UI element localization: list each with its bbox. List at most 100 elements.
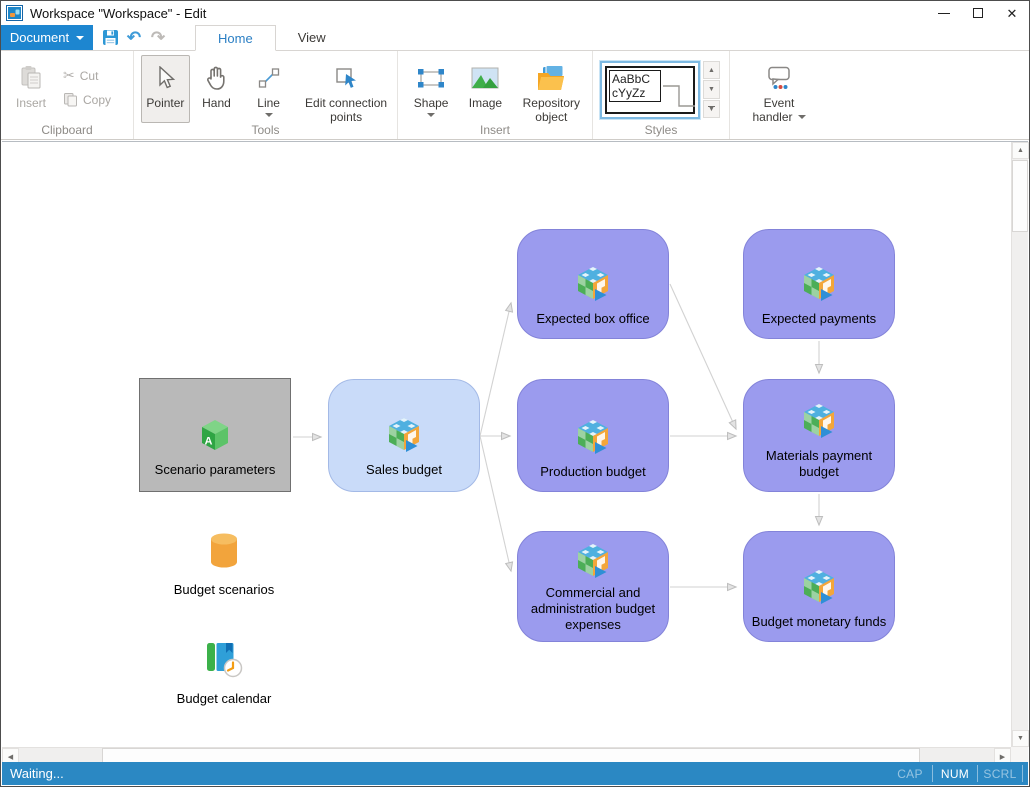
olap-cube-icon (575, 543, 612, 581)
maximize-button[interactable] (961, 1, 995, 25)
ribbon-group-event-handler: Event handler (730, 51, 826, 139)
database-cylinder-icon (207, 532, 241, 573)
repository-object-button[interactable]: Repository object (515, 55, 588, 125)
drawing-area[interactable]: A Scenario parameters Sales budget (2, 142, 1011, 747)
chevron-down-icon (798, 115, 806, 119)
maximize-icon (973, 8, 983, 18)
shape-button[interactable]: Shape (406, 55, 456, 118)
vertical-scrollbar-thumb[interactable] (1012, 160, 1028, 232)
group-label-styles: Styles (593, 123, 729, 137)
ribbon-tab-row: Document ↶ ↷ Home View (1, 25, 1029, 51)
image-label: Image (469, 96, 502, 110)
copy-icon (63, 92, 78, 107)
node-label: Materials payment budget (748, 448, 890, 480)
event-handler-button[interactable]: Event handler (740, 55, 818, 125)
tab-home[interactable]: Home (195, 25, 276, 51)
group-label-tools: Tools (134, 123, 397, 137)
svg-text:A: A (205, 436, 213, 448)
cut-label: Cut (80, 69, 99, 83)
node-sales-budget[interactable]: Sales budget (328, 379, 480, 492)
node-production-budget[interactable]: Production budget (517, 379, 669, 492)
edit-connection-points-icon (333, 63, 359, 93)
undo-button[interactable]: ↶ (125, 28, 143, 48)
gallery-more-button[interactable]: ▼ (703, 100, 720, 118)
repository-object-label: Repository object (523, 96, 580, 124)
node-label: Budget calendar (177, 691, 272, 706)
repository-object-icon (535, 63, 567, 93)
diagram-canvas[interactable]: A Scenario parameters Sales budget (2, 141, 1028, 764)
node-budget-calendar[interactable]: Budget calendar (154, 641, 294, 706)
chevron-down-icon (265, 113, 273, 117)
triangle-down-icon: ▼ (1017, 735, 1024, 742)
status-message: Waiting... (2, 766, 64, 781)
triangle-down-icon: ▼ (708, 86, 715, 93)
window-title: Workspace "Workspace" - Edit (30, 6, 206, 21)
minimize-button[interactable] (927, 1, 961, 25)
status-bar: Waiting... CAP NUM SCRL (2, 762, 1028, 785)
triangle-right-icon: ▶ (1000, 753, 1005, 761)
hand-tool-button[interactable]: Hand (195, 55, 238, 111)
ribbon: Insert ✂ Cut Copy Clipboard (1, 51, 1029, 140)
cut-icon: ✂ (63, 67, 75, 84)
gallery-more-icon: ▼ (708, 106, 715, 112)
paste-insert-label: Insert (16, 96, 46, 110)
scroll-down-button[interactable]: ▼ (1012, 730, 1029, 747)
line-tool-button[interactable]: Line (246, 55, 291, 118)
edit-connection-points-button[interactable]: Edit connection points (299, 55, 393, 125)
event-handler-icon (765, 63, 793, 93)
shape-icon (416, 63, 446, 93)
document-menu-button[interactable]: Document (1, 25, 93, 50)
node-expected-payments[interactable]: Expected payments (743, 229, 895, 339)
redo-icon: ↷ (151, 28, 165, 48)
chevron-down-icon (427, 113, 435, 117)
node-label: Budget scenarios (174, 582, 274, 597)
pointer-tool-button[interactable]: Pointer (141, 55, 190, 123)
hand-icon (204, 63, 228, 93)
scroll-lock-indicator: SCRL (978, 762, 1022, 785)
node-expected-box-office[interactable]: Expected box office (517, 229, 669, 339)
triangle-up-icon: ▲ (708, 67, 715, 74)
app-window: Workspace "Workspace" - Edit ✕ Document (0, 0, 1030, 787)
triangle-up-icon: ▲ (1017, 147, 1024, 154)
close-button[interactable]: ✕ (995, 1, 1029, 25)
paste-insert-button[interactable]: Insert (5, 55, 57, 111)
parameters-cube-icon: A (198, 418, 232, 455)
node-scenario-parameters[interactable]: A Scenario parameters (139, 378, 291, 492)
copy-button[interactable]: Copy (63, 92, 111, 107)
redo-button[interactable]: ↷ (149, 28, 167, 48)
olap-cube-icon (386, 417, 423, 455)
cut-button[interactable]: ✂ Cut (63, 67, 111, 84)
line-label: Line (257, 96, 280, 110)
paste-icon (19, 63, 43, 93)
style-gallery-selected-item[interactable]: AaBbC cYyZz (600, 61, 700, 119)
hand-label: Hand (202, 96, 231, 110)
olap-cube-icon (575, 266, 612, 304)
style-step-line (607, 68, 697, 118)
olap-cube-icon (575, 419, 612, 457)
scroll-up-button[interactable]: ▲ (1012, 142, 1029, 159)
title-bar: Workspace "Workspace" - Edit ✕ (1, 1, 1029, 25)
olap-cube-icon (801, 266, 838, 304)
line-icon (257, 63, 281, 93)
group-label-insert: Insert (398, 123, 592, 137)
quick-access-toolbar: ↶ ↷ (101, 25, 167, 50)
vertical-scrollbar[interactable]: ▲ ▼ (1011, 142, 1028, 747)
document-menu-label: Document (10, 30, 69, 45)
node-commercial-admin-budget-expenses[interactable]: Commercial and administration budget exp… (517, 531, 669, 642)
node-budget-monetary-funds[interactable]: Budget monetary funds (743, 531, 895, 642)
save-button[interactable] (101, 28, 119, 48)
image-button[interactable]: Image (462, 55, 508, 111)
tab-view[interactable]: View (276, 25, 348, 50)
node-budget-scenarios[interactable]: Budget scenarios (154, 532, 294, 597)
gallery-scroll-up-button[interactable]: ▲ (703, 61, 720, 79)
node-label: Production budget (522, 464, 664, 480)
node-label: Commercial and administration budget exp… (522, 585, 664, 633)
image-icon (471, 63, 499, 93)
edit-connection-points-label: Edit connection points (305, 96, 387, 124)
node-materials-payment-budget[interactable]: Materials payment budget (743, 379, 895, 492)
olap-cube-icon (801, 403, 838, 441)
pointer-label: Pointer (146, 96, 184, 110)
ribbon-group-insert: Shape Image (398, 51, 593, 139)
gallery-scroll-down-button[interactable]: ▼ (703, 80, 720, 98)
calendar-clock-icon (204, 641, 244, 682)
